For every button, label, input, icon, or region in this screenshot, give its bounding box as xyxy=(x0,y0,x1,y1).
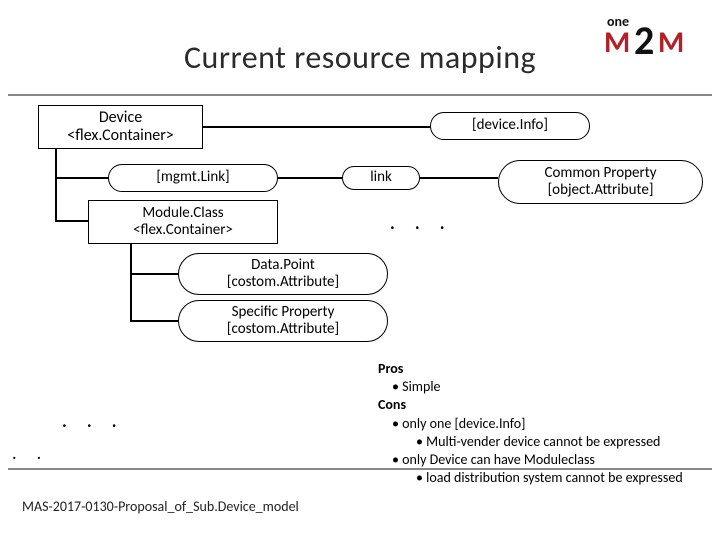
tree-line xyxy=(130,273,178,275)
node-device: Device <flex.Container> xyxy=(38,105,203,149)
node-label: Module.Class xyxy=(142,205,223,222)
list-text: only Device can have Moduleclass xyxy=(402,451,595,468)
tree-line xyxy=(130,244,132,322)
node-link: link xyxy=(342,166,420,190)
list-item: only one [device.Info] Multi-vender devi… xyxy=(392,415,708,451)
tree-line xyxy=(203,126,430,128)
tree-line xyxy=(278,177,342,179)
node-label: [device.Info] xyxy=(472,117,548,134)
divider-top xyxy=(8,94,712,96)
cons-header: Cons xyxy=(378,396,708,414)
ellipsis-dots: . . . xyxy=(390,212,453,234)
tree-line xyxy=(55,220,88,222)
tree-line xyxy=(420,177,498,179)
tree-line xyxy=(55,177,108,179)
footer-text: MAS-2017-0130-Proposal_of_Sub.Device_mod… xyxy=(22,498,299,515)
node-commonprop: Common Property [object.Attribute] xyxy=(498,160,703,204)
tree-line xyxy=(55,149,57,222)
ellipsis-dots: . . . xyxy=(62,410,125,432)
node-sublabel: [costom.Attribute] xyxy=(227,274,339,291)
tree-line xyxy=(130,320,178,322)
ellipsis-dots: . . xyxy=(12,442,45,464)
node-sublabel: [object.Attribute] xyxy=(548,182,654,199)
node-label: Data.Point xyxy=(251,257,315,274)
node-datapoint: Data.Point [costom.Attribute] xyxy=(178,253,388,295)
list-item: load distribution system cannot be expre… xyxy=(416,469,708,487)
node-mgmtlink: [mgmt.Link] xyxy=(108,164,278,192)
node-label: Specific Property xyxy=(232,304,335,321)
node-deviceinfo: [device.Info] xyxy=(430,112,590,140)
pros-header: Pros xyxy=(378,360,708,378)
node-specprop: Specific Property [costom.Attribute] xyxy=(178,300,388,342)
divider-bottom xyxy=(8,468,712,470)
node-label: Device xyxy=(99,109,142,127)
node-label: link xyxy=(370,169,392,186)
node-sublabel: [costom.Attribute] xyxy=(227,321,339,338)
list-item: Simple xyxy=(392,378,708,396)
node-sublabel: <flex.Container> xyxy=(67,127,173,145)
node-label: Common Property xyxy=(544,165,656,182)
list-item: Multi-vender device cannot be expressed xyxy=(416,433,708,451)
page-title: Current resource mapping xyxy=(0,38,720,77)
node-label: [mgmt.Link] xyxy=(156,169,229,186)
node-sublabel: <flex.Container> xyxy=(133,222,233,239)
node-moduleclass: Module.Class <flex.Container> xyxy=(88,200,278,244)
list-text: only one [device.Info] xyxy=(402,415,525,432)
